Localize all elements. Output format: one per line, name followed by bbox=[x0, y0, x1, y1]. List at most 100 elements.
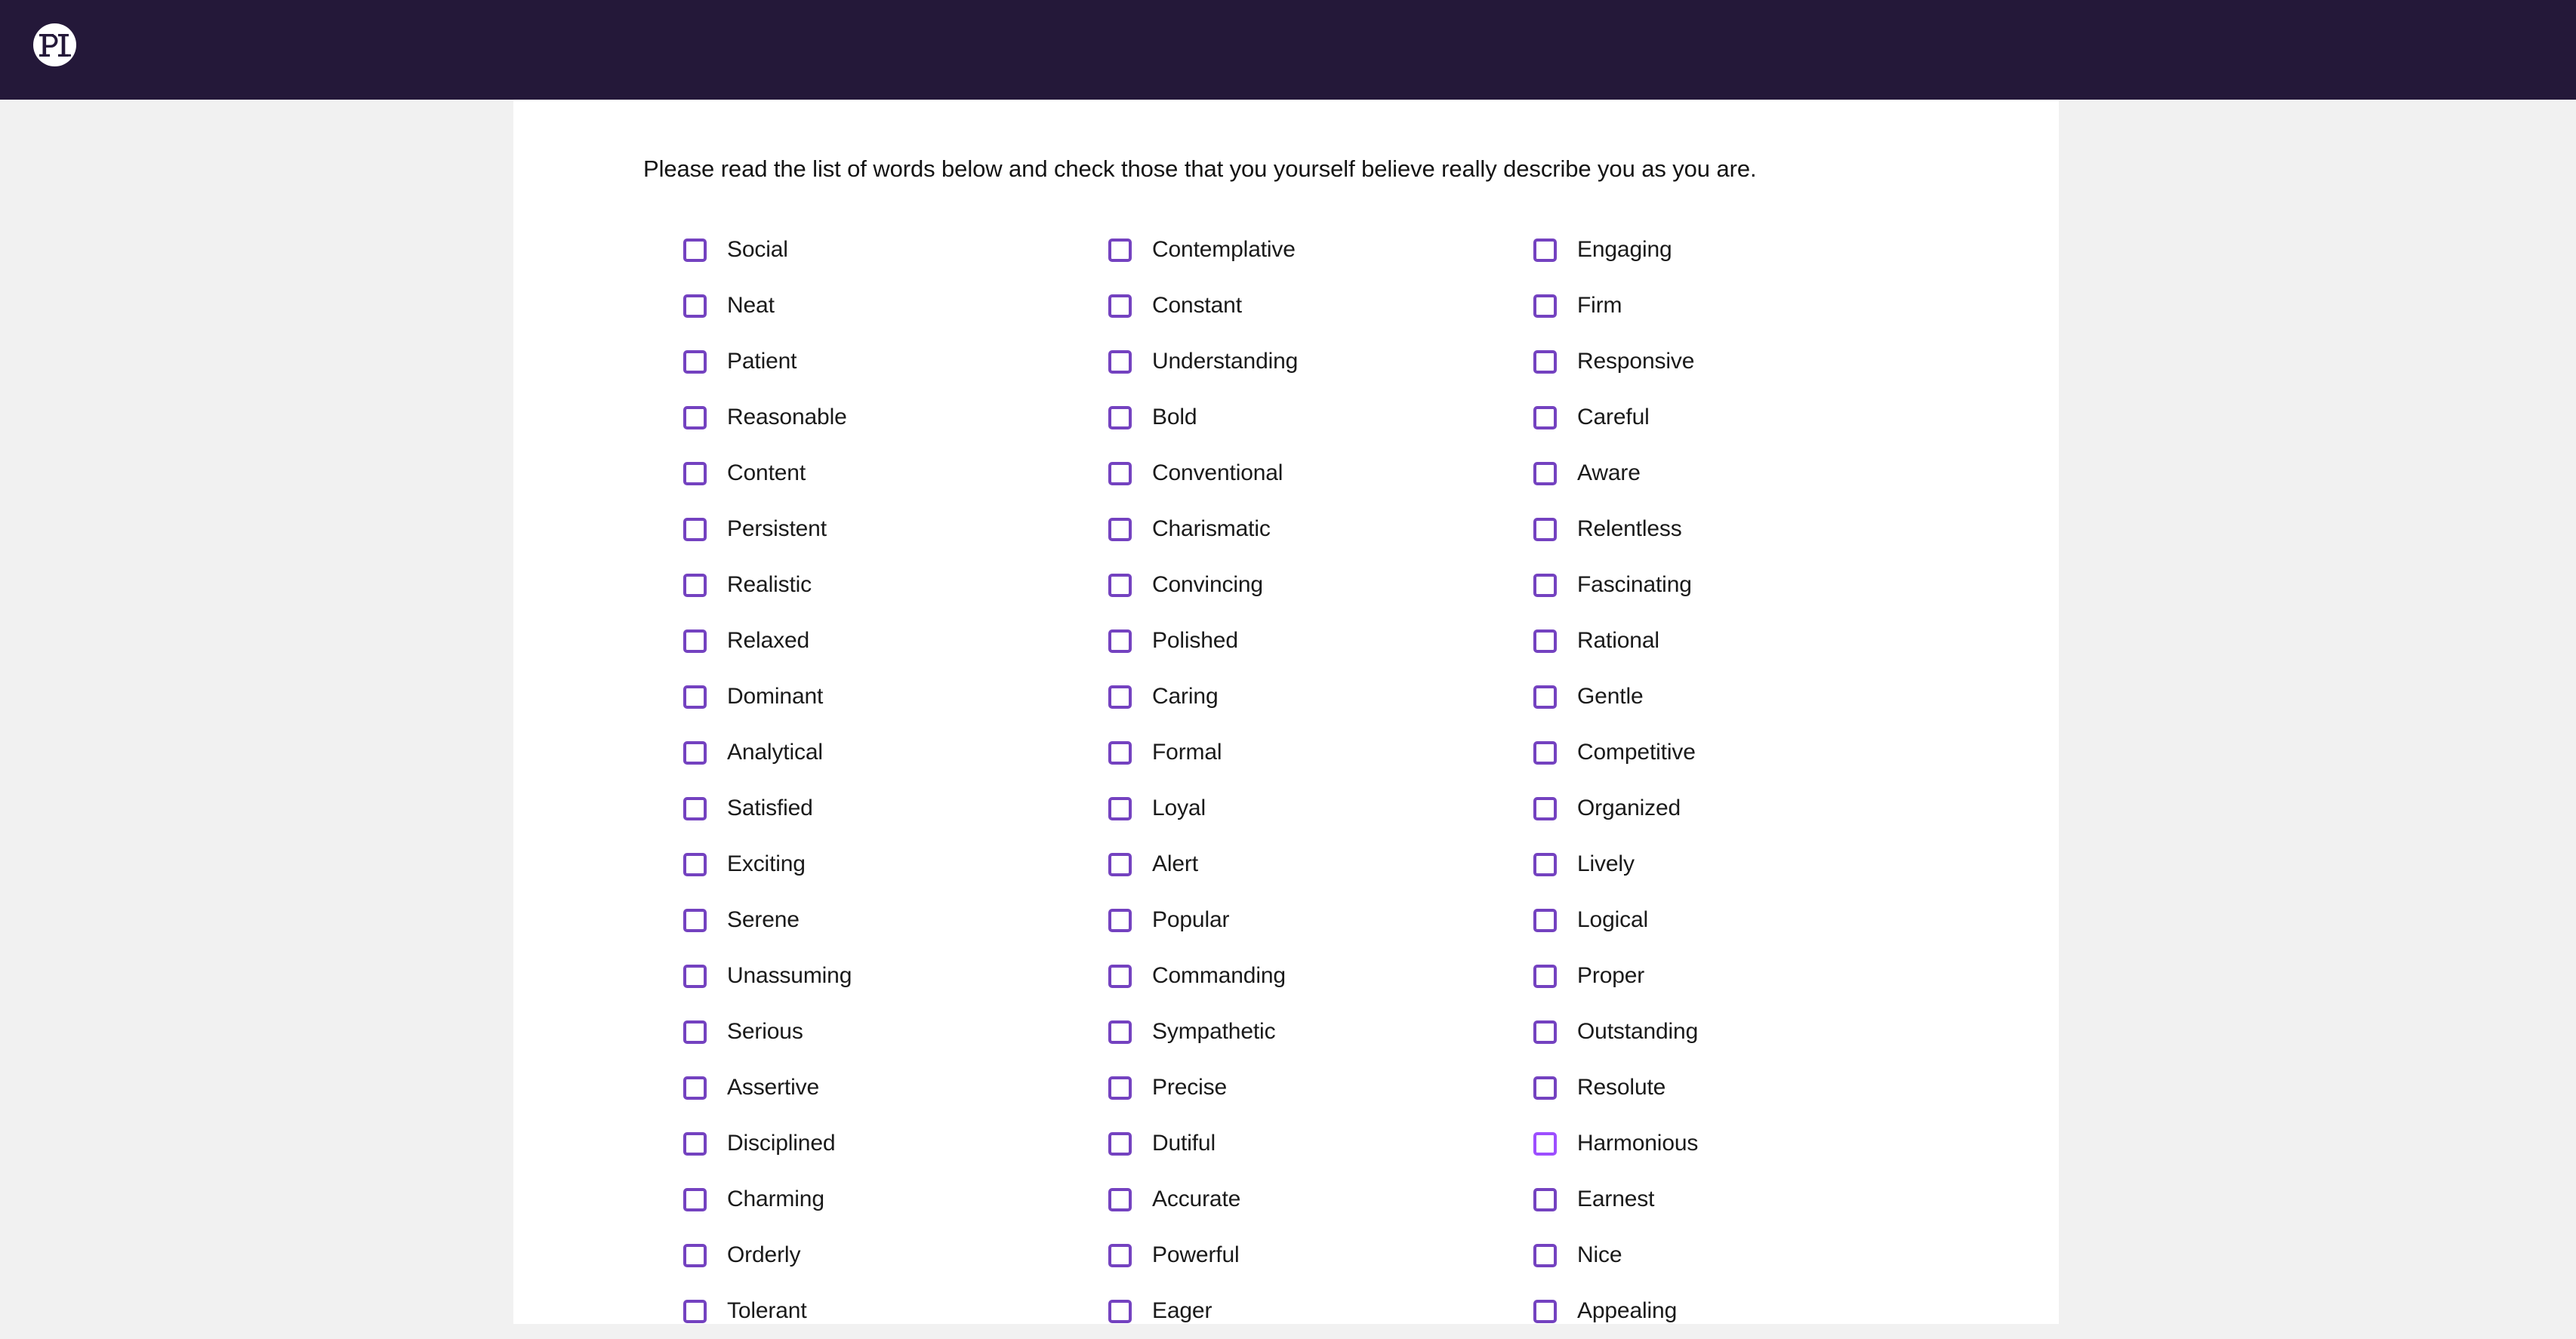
word-checkbox-row[interactable]: Dutiful bbox=[1108, 1116, 1533, 1171]
word-checkbox-row[interactable]: Conventional bbox=[1108, 445, 1533, 501]
checkbox-alert[interactable] bbox=[1108, 852, 1132, 876]
checkbox-label[interactable]: Patient bbox=[727, 349, 797, 374]
checkbox-label[interactable]: Responsive bbox=[1577, 349, 1694, 374]
checkbox-label[interactable]: Orderly bbox=[727, 1242, 800, 1268]
word-checkbox-row[interactable]: Appealing bbox=[1533, 1283, 1958, 1339]
word-checkbox-row[interactable]: Lively bbox=[1533, 836, 1958, 892]
word-checkbox-row[interactable]: Orderly bbox=[683, 1227, 1108, 1283]
word-checkbox-row[interactable]: Relentless bbox=[1533, 501, 1958, 557]
checkbox-label[interactable]: Proper bbox=[1577, 963, 1644, 989]
checkbox-firm[interactable] bbox=[1533, 294, 1557, 318]
checkbox-label[interactable]: Persistent bbox=[727, 516, 827, 542]
word-checkbox-row[interactable]: Precise bbox=[1108, 1060, 1533, 1116]
checkbox-sympathetic[interactable] bbox=[1108, 1020, 1132, 1044]
checkbox-gentle[interactable] bbox=[1533, 685, 1557, 709]
checkbox-dutiful[interactable] bbox=[1108, 1131, 1132, 1156]
checkbox-label[interactable]: Resolute bbox=[1577, 1075, 1665, 1100]
checkbox-unassuming[interactable] bbox=[683, 964, 707, 988]
checkbox-persistent[interactable] bbox=[683, 517, 707, 541]
checkbox-label[interactable]: Lively bbox=[1577, 851, 1635, 877]
checkbox-convincing[interactable] bbox=[1108, 573, 1132, 597]
checkbox-label[interactable]: Formal bbox=[1152, 740, 1222, 765]
checkbox-label[interactable]: Commanding bbox=[1152, 963, 1286, 989]
checkbox-constant[interactable] bbox=[1108, 294, 1132, 318]
checkbox-understanding[interactable] bbox=[1108, 349, 1132, 374]
checkbox-label[interactable]: Loyal bbox=[1152, 796, 1206, 821]
checkbox-relentless[interactable] bbox=[1533, 517, 1557, 541]
word-checkbox-row[interactable]: Serious bbox=[683, 1004, 1108, 1060]
word-checkbox-row[interactable]: Satisfied bbox=[683, 780, 1108, 836]
checkbox-label[interactable]: Assertive bbox=[727, 1075, 819, 1100]
checkbox-label[interactable]: Appealing bbox=[1577, 1298, 1677, 1324]
checkbox-label[interactable]: Disciplined bbox=[727, 1131, 836, 1156]
checkbox-resolute[interactable] bbox=[1533, 1076, 1557, 1100]
checkbox-label[interactable]: Powerful bbox=[1152, 1242, 1240, 1268]
checkbox-popular[interactable] bbox=[1108, 908, 1132, 932]
checkbox-label[interactable]: Careful bbox=[1577, 405, 1650, 430]
word-checkbox-row[interactable]: Understanding bbox=[1108, 334, 1533, 389]
word-checkbox-row[interactable]: Contemplative bbox=[1108, 222, 1533, 278]
checkbox-label[interactable]: Serene bbox=[727, 907, 800, 933]
word-checkbox-row[interactable]: Assertive bbox=[683, 1060, 1108, 1116]
checkbox-bold[interactable] bbox=[1108, 405, 1132, 429]
word-checkbox-row[interactable]: Responsive bbox=[1533, 334, 1958, 389]
word-checkbox-row[interactable]: Neat bbox=[683, 278, 1108, 334]
checkbox-label[interactable]: Rational bbox=[1577, 628, 1659, 654]
checkbox-label[interactable]: Realistic bbox=[727, 572, 812, 598]
word-checkbox-row[interactable]: Commanding bbox=[1108, 948, 1533, 1004]
checkbox-label[interactable]: Tolerant bbox=[727, 1298, 807, 1324]
checkbox-aware[interactable] bbox=[1533, 461, 1557, 485]
checkbox-label[interactable]: Caring bbox=[1152, 684, 1219, 710]
word-checkbox-row[interactable]: Outstanding bbox=[1533, 1004, 1958, 1060]
checkbox-label[interactable]: Satisfied bbox=[727, 796, 813, 821]
checkbox-label[interactable]: Constant bbox=[1152, 293, 1242, 319]
word-checkbox-row[interactable]: Sympathetic bbox=[1108, 1004, 1533, 1060]
word-checkbox-row[interactable]: Earnest bbox=[1533, 1171, 1958, 1227]
checkbox-powerful[interactable] bbox=[1108, 1243, 1132, 1267]
checkbox-label[interactable]: Social bbox=[727, 237, 788, 263]
checkbox-label[interactable]: Earnest bbox=[1577, 1187, 1654, 1212]
checkbox-contemplative[interactable] bbox=[1108, 238, 1132, 262]
checkbox-proper[interactable] bbox=[1533, 964, 1557, 988]
checkbox-logical[interactable] bbox=[1533, 908, 1557, 932]
checkbox-label[interactable]: Understanding bbox=[1152, 349, 1298, 374]
checkbox-label[interactable]: Fascinating bbox=[1577, 572, 1692, 598]
word-checkbox-row[interactable]: Charismatic bbox=[1108, 501, 1533, 557]
checkbox-label[interactable]: Sympathetic bbox=[1152, 1019, 1276, 1045]
checkbox-label[interactable]: Conventional bbox=[1152, 460, 1283, 486]
word-checkbox-row[interactable]: Polished bbox=[1108, 613, 1533, 669]
word-checkbox-row[interactable]: Fascinating bbox=[1533, 557, 1958, 613]
word-checkbox-row[interactable]: Careful bbox=[1533, 389, 1958, 445]
word-checkbox-row[interactable]: Social bbox=[683, 222, 1108, 278]
word-checkbox-row[interactable]: Resolute bbox=[1533, 1060, 1958, 1116]
word-checkbox-row[interactable]: Content bbox=[683, 445, 1108, 501]
checkbox-label[interactable]: Organized bbox=[1577, 796, 1681, 821]
checkbox-label[interactable]: Alert bbox=[1152, 851, 1198, 877]
checkbox-formal[interactable] bbox=[1108, 740, 1132, 765]
checkbox-lively[interactable] bbox=[1533, 852, 1557, 876]
word-checkbox-row[interactable]: Eager bbox=[1108, 1283, 1533, 1339]
checkbox-label[interactable]: Popular bbox=[1152, 907, 1230, 933]
word-checkbox-row[interactable]: Logical bbox=[1533, 892, 1958, 948]
checkbox-label[interactable]: Contemplative bbox=[1152, 237, 1296, 263]
word-checkbox-row[interactable]: Proper bbox=[1533, 948, 1958, 1004]
word-checkbox-row[interactable]: Unassuming bbox=[683, 948, 1108, 1004]
checkbox-accurate[interactable] bbox=[1108, 1187, 1132, 1211]
word-checkbox-row[interactable]: Relaxed bbox=[683, 613, 1108, 669]
word-checkbox-row[interactable]: Convincing bbox=[1108, 557, 1533, 613]
checkbox-label[interactable]: Relentless bbox=[1577, 516, 1682, 542]
checkbox-responsive[interactable] bbox=[1533, 349, 1557, 374]
word-checkbox-row[interactable]: Rational bbox=[1533, 613, 1958, 669]
checkbox-label[interactable]: Harmonious bbox=[1577, 1131, 1698, 1156]
checkbox-caring[interactable] bbox=[1108, 685, 1132, 709]
word-checkbox-row[interactable]: Aware bbox=[1533, 445, 1958, 501]
checkbox-label[interactable]: Gentle bbox=[1577, 684, 1644, 710]
word-checkbox-row[interactable]: Formal bbox=[1108, 725, 1533, 780]
checkbox-content[interactable] bbox=[683, 461, 707, 485]
checkbox-label[interactable]: Firm bbox=[1577, 293, 1622, 319]
checkbox-label[interactable]: Nice bbox=[1577, 1242, 1622, 1268]
word-checkbox-row[interactable]: Reasonable bbox=[683, 389, 1108, 445]
checkbox-orderly[interactable] bbox=[683, 1243, 707, 1267]
checkbox-label[interactable]: Content bbox=[727, 460, 806, 486]
checkbox-realistic[interactable] bbox=[683, 573, 707, 597]
